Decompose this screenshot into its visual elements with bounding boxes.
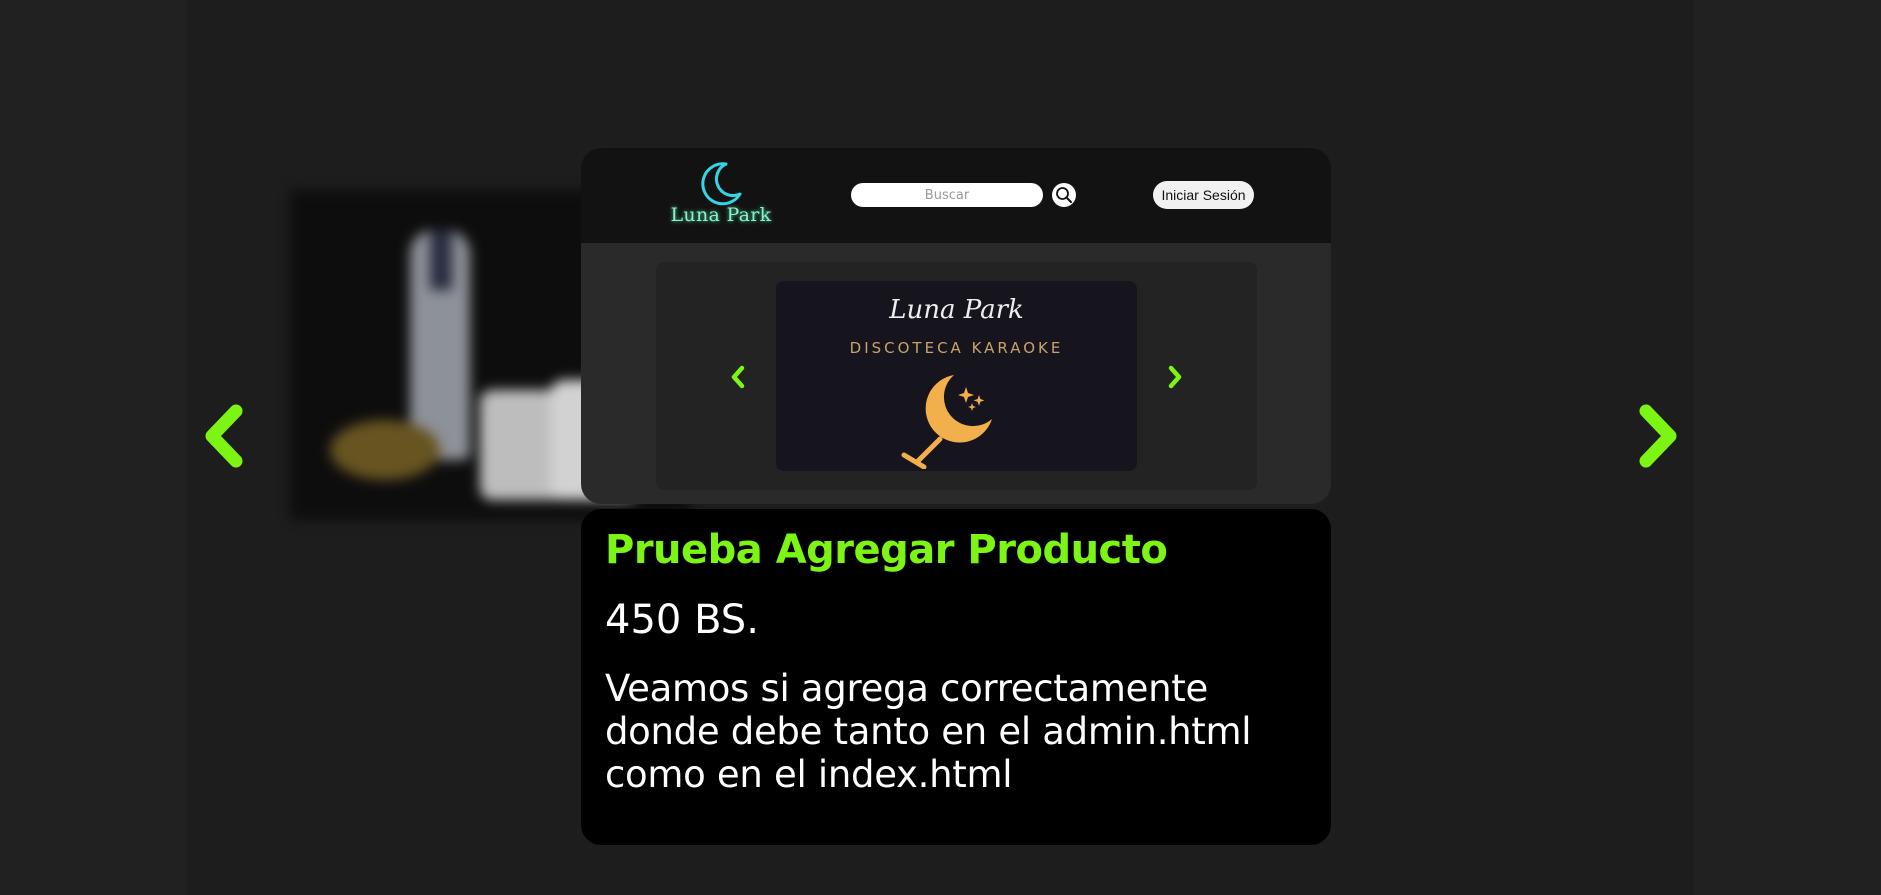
- moon-icon: [701, 162, 742, 206]
- moon-cocktail-glass-icon: [901, 375, 992, 469]
- chevron-left-icon: [731, 365, 745, 389]
- product-description: Veamos si agrega correctamente donde deb…: [605, 667, 1252, 796]
- chevron-right-icon: [1639, 404, 1677, 468]
- product-name: Prueba Agregar Producto: [605, 527, 1168, 573]
- site-preview: Luna Park Iniciar Sesión Luna Park DISCO…: [581, 148, 1331, 504]
- product-price: 450 BS.: [605, 597, 759, 643]
- chevron-left-icon: [205, 404, 243, 468]
- site-header: Luna Park Iniciar Sesión: [581, 148, 1331, 243]
- chevron-right-icon: [1168, 365, 1182, 389]
- slide-subtitle: DISCOTECA KARAOKE: [849, 339, 1064, 357]
- login-button[interactable]: Iniciar Sesión: [1153, 181, 1254, 209]
- carousel-slide: Luna Park DISCOTECA KARAOKE: [776, 281, 1137, 471]
- previous-product-button[interactable]: [200, 398, 246, 474]
- search-icon: [1056, 187, 1072, 203]
- carousel: Luna Park DISCOTECA KARAOKE: [656, 262, 1257, 490]
- site-logo[interactable]: Luna Park: [661, 160, 781, 235]
- product-info-card: Prueba Agregar Producto 450 BS. Veamos s…: [581, 509, 1331, 845]
- search-button[interactable]: [1052, 183, 1076, 207]
- carousel-next-button[interactable]: [1165, 364, 1185, 390]
- slide-title: Luna Park: [889, 295, 1024, 325]
- next-product-button[interactable]: [1636, 398, 1682, 474]
- carousel-prev-button[interactable]: [728, 364, 748, 390]
- logo-text: Luna Park: [670, 204, 772, 226]
- search-input[interactable]: [851, 183, 1043, 207]
